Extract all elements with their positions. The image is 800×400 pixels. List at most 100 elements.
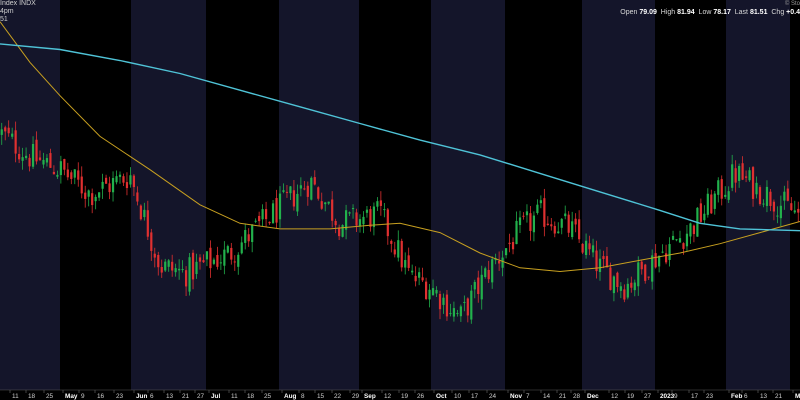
candle-body xyxy=(104,177,108,184)
candle-body xyxy=(247,234,250,242)
candle-body xyxy=(268,221,271,224)
month-band xyxy=(790,0,800,390)
candle-body xyxy=(762,203,765,205)
candle-body xyxy=(567,214,570,233)
candle-body xyxy=(438,294,442,310)
candle-body xyxy=(219,262,222,264)
candle-body xyxy=(682,243,685,249)
month-bands xyxy=(0,0,800,390)
candle-body xyxy=(275,198,278,223)
candle-body xyxy=(216,254,219,267)
candle-body xyxy=(529,213,532,231)
candle-body xyxy=(178,268,181,271)
candle-body xyxy=(320,201,323,209)
candle-body xyxy=(536,204,539,213)
candle-body xyxy=(84,192,87,199)
low-value: 78.17 xyxy=(713,9,731,16)
candle-body xyxy=(160,267,163,273)
symbol-label: Index INDX xyxy=(0,0,36,7)
candle-body xyxy=(574,218,577,225)
candle-body xyxy=(400,240,403,268)
candle-body xyxy=(473,281,476,290)
candle-body xyxy=(212,259,216,264)
candle-body xyxy=(738,166,741,181)
x-tick-label: Sep xyxy=(364,393,376,400)
candle-body xyxy=(445,294,449,317)
candle-body xyxy=(431,288,435,296)
candle-body xyxy=(748,170,751,181)
candle-body xyxy=(237,254,240,267)
candle-body xyxy=(418,272,421,278)
candle-body xyxy=(164,261,167,271)
chart-header-left: Index INDX 4pm 51 xyxy=(0,0,36,24)
candle-body xyxy=(251,224,254,243)
candle-body xyxy=(118,174,122,177)
month-band xyxy=(505,0,582,390)
candle-body xyxy=(191,252,195,280)
x-tick-label: Dec xyxy=(587,393,599,400)
x-tick-label: 21 xyxy=(182,393,190,400)
candle-body xyxy=(654,253,657,268)
x-tick-label: 14 xyxy=(543,393,551,400)
x-tick-label: 21 xyxy=(775,393,783,400)
candle-body xyxy=(699,203,702,222)
month-band xyxy=(206,0,279,390)
candle-body xyxy=(63,158,66,170)
candle-body xyxy=(108,183,111,193)
candle-body xyxy=(355,212,358,226)
candle-body xyxy=(731,164,734,188)
x-tick-label: 23 xyxy=(706,393,714,400)
candle-body xyxy=(59,161,62,176)
candle-body xyxy=(449,313,452,315)
candle-body xyxy=(167,260,170,267)
candle-body xyxy=(28,157,31,167)
candle-body xyxy=(80,176,83,194)
candle-body xyxy=(647,276,650,278)
candle-body xyxy=(407,255,410,268)
candle-body xyxy=(525,211,529,216)
candle-body xyxy=(372,206,376,228)
candle-body xyxy=(765,186,769,206)
candle-body xyxy=(550,224,553,227)
candle-body xyxy=(727,191,730,200)
candle-body xyxy=(292,190,296,207)
x-tick-label: May xyxy=(65,393,78,400)
candle-body xyxy=(98,192,101,198)
x-tick-label: 22 xyxy=(334,393,342,400)
x-tick-label: 11 xyxy=(231,393,238,400)
candle-body xyxy=(21,157,24,161)
candle-body xyxy=(66,169,69,178)
candle-body xyxy=(623,289,626,300)
candle-body xyxy=(564,213,567,217)
candle-body xyxy=(734,168,737,183)
candle-body xyxy=(539,200,542,204)
candle-body xyxy=(115,176,118,183)
high-label: High xyxy=(660,9,676,16)
candle-body xyxy=(146,210,149,237)
candle-body xyxy=(612,276,616,294)
candle-body xyxy=(518,217,522,226)
candle-body xyxy=(553,225,556,234)
candle-body xyxy=(42,159,45,165)
x-tick-label: 25 xyxy=(46,393,54,400)
candle-body xyxy=(675,239,678,241)
candle-body xyxy=(101,181,104,189)
candle-body xyxy=(706,193,709,215)
period-label: 51 xyxy=(0,16,8,23)
candle-body xyxy=(404,259,407,268)
candle-body xyxy=(710,194,713,214)
candle-body xyxy=(411,270,414,273)
x-tick-label: 9 xyxy=(81,393,85,400)
candle-body xyxy=(379,200,382,206)
candle-body xyxy=(769,191,772,206)
candle-body xyxy=(741,163,744,180)
candle-body xyxy=(35,139,38,162)
month-band xyxy=(431,0,505,390)
x-tick-label: 27 xyxy=(197,393,205,400)
candle-body xyxy=(685,233,689,247)
candle-body xyxy=(358,219,362,226)
candle-body xyxy=(139,205,142,220)
candle-body xyxy=(7,127,10,134)
candle-body xyxy=(271,203,275,224)
candle-body xyxy=(668,244,671,260)
